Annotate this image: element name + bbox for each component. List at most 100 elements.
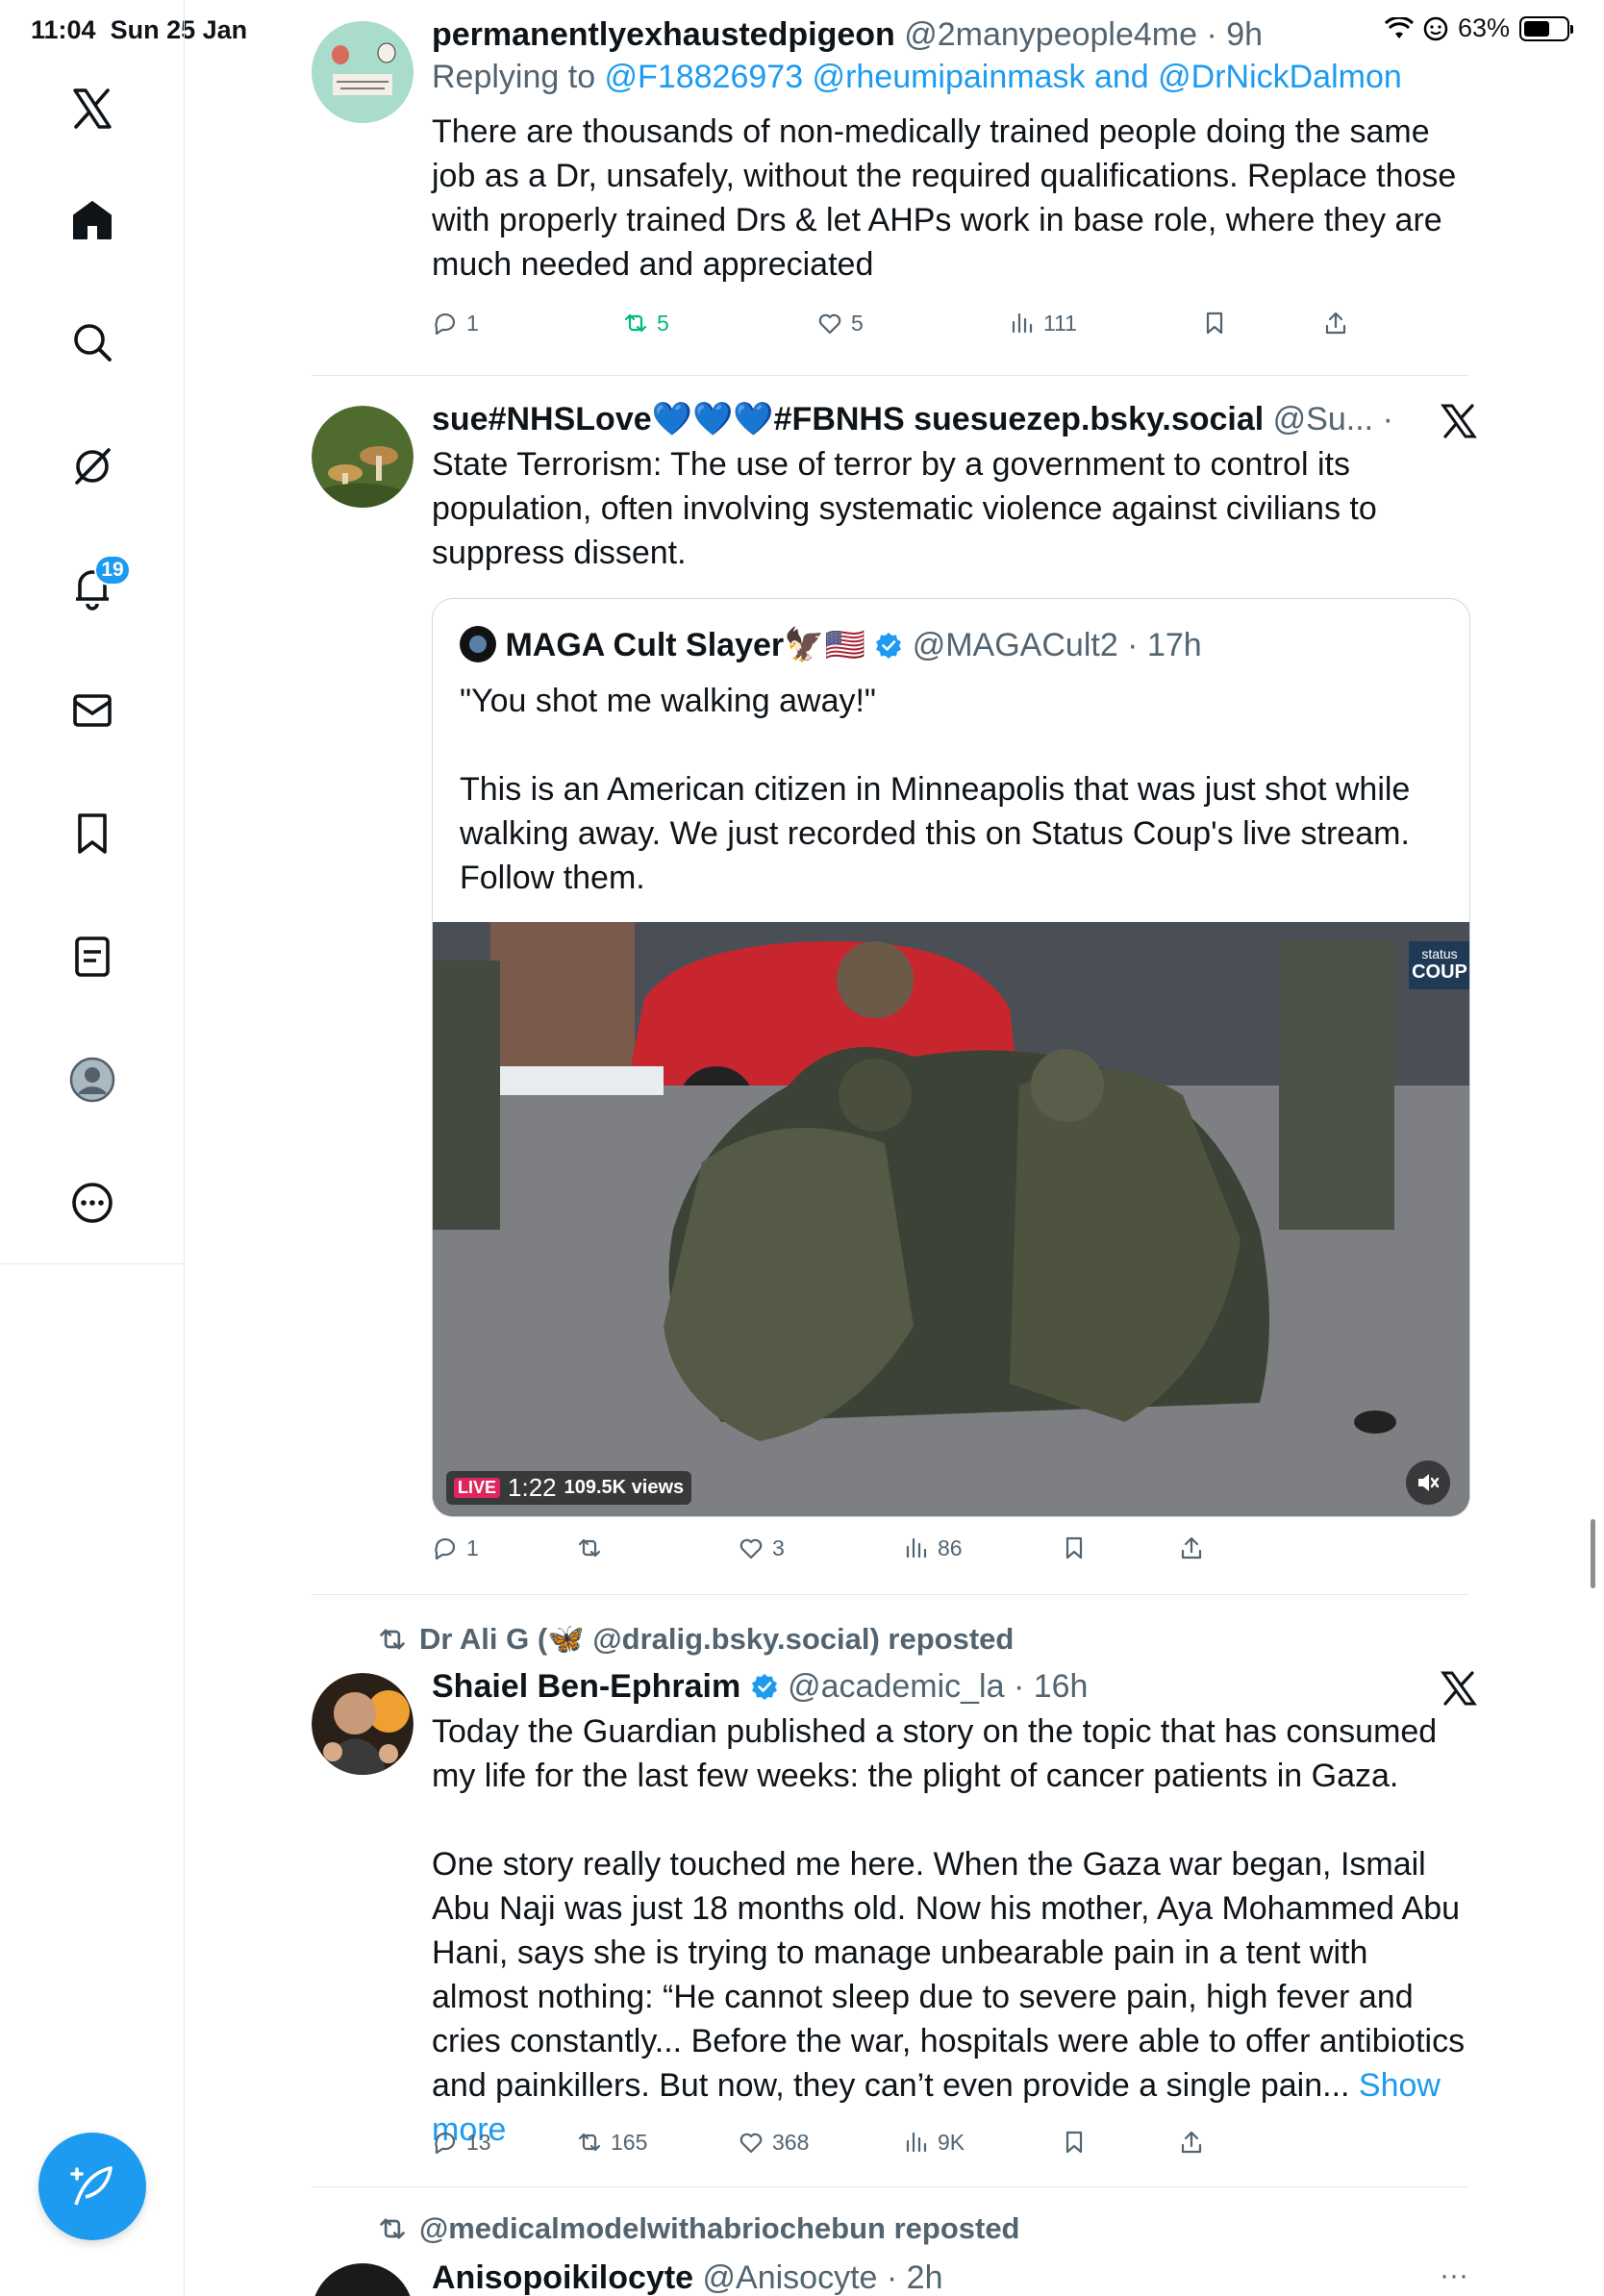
tweet-header: sue#NHSLove💙💙💙#FBNHS suesuezep.bsky.soci… bbox=[432, 398, 1403, 440]
repost-context[interactable]: @medicalmodelwithabriochebun reposted bbox=[377, 2211, 1020, 2246]
bookmark-icon bbox=[78, 813, 107, 854]
handle[interactable]: @academic_la bbox=[788, 1668, 1004, 1705]
tweet-actions: 1 3 86 bbox=[432, 1535, 1470, 1573]
timestamp[interactable]: 1h bbox=[1402, 401, 1403, 437]
tweet[interactable]: Shaiel Ben-Ephraim @academic_la · 16h To… bbox=[432, 1665, 1470, 2152]
avatar[interactable] bbox=[312, 1673, 414, 1775]
avatar[interactable] bbox=[312, 21, 414, 123]
tweet-text-paragraph: One story really touched me here. When t… bbox=[432, 1846, 1466, 2104]
share-button[interactable] bbox=[1178, 2129, 1205, 2156]
tweet[interactable]: Anisopoikilocyte @Anisocyte · 2h bbox=[432, 2257, 1470, 2296]
handle[interactable]: @2manypeople4me bbox=[904, 16, 1197, 53]
repost-button[interactable]: 165 bbox=[576, 2129, 647, 2156]
compose-button[interactable] bbox=[38, 2133, 146, 2240]
views-button[interactable]: 9K bbox=[903, 2129, 965, 2156]
display-name[interactable]: sue#NHSLove💙💙💙#FBNHS suesuezep.bsky.soci… bbox=[432, 401, 1264, 437]
separator: · bbox=[1373, 401, 1403, 437]
quote-text: "You shot me walking away!" This is an A… bbox=[460, 679, 1450, 900]
reply-icon bbox=[435, 2132, 456, 2155]
views-icon bbox=[906, 1537, 927, 1559]
bookmark-button[interactable] bbox=[1061, 2129, 1088, 2156]
mail-icon bbox=[73, 694, 112, 727]
share-icon bbox=[1181, 2131, 1202, 2154]
nav-grok[interactable] bbox=[54, 427, 131, 504]
repost-icon bbox=[578, 2133, 601, 2152]
nav-explore[interactable] bbox=[54, 304, 131, 381]
video-frame: status COUP bbox=[433, 922, 1469, 1516]
bookmark-button[interactable] bbox=[1201, 310, 1228, 337]
nav-lists[interactable] bbox=[54, 918, 131, 995]
mute-button[interactable] bbox=[1406, 1460, 1450, 1505]
handle[interactable]: @Su... bbox=[1273, 401, 1373, 437]
quote-timestamp[interactable]: 17h bbox=[1147, 627, 1202, 663]
share-icon bbox=[1181, 1536, 1202, 1560]
quote-text-line: This is an American citizen in Minneapol… bbox=[460, 771, 1411, 896]
repost-context[interactable]: Dr Ali G (🦋 @dralig.bsky.social) reposte… bbox=[377, 1621, 1014, 1657]
reply-button[interactable]: 1 bbox=[432, 1535, 479, 1561]
display-name[interactable]: Shaiel Ben-Ephraim bbox=[432, 1668, 740, 1705]
display-name[interactable]: Anisopoikilocyte bbox=[432, 2259, 693, 2296]
video-player[interactable]: status COUP LIVE 1:22 109.5K views bbox=[433, 922, 1469, 1516]
nav-bookmarks[interactable] bbox=[54, 795, 131, 872]
nav-profile[interactable] bbox=[54, 1041, 131, 1118]
nav-more[interactable] bbox=[54, 1164, 131, 1241]
quote-handle[interactable]: @MAGACult2 bbox=[913, 627, 1118, 663]
views-button[interactable]: 111 bbox=[1009, 310, 1077, 337]
reply-button[interactable]: 1 bbox=[432, 310, 479, 337]
timestamp[interactable]: 2h bbox=[907, 2259, 943, 2296]
tweet[interactable]: permanentlyexhaustedpigeon @2manypeople4… bbox=[432, 13, 1470, 287]
like-button[interactable]: 368 bbox=[738, 2129, 809, 2156]
watermark: status bbox=[1421, 946, 1457, 961]
verified-badge-icon bbox=[876, 633, 902, 659]
search-icon bbox=[74, 324, 112, 362]
reply-count: 13 bbox=[466, 2129, 491, 2155]
nav-messages[interactable] bbox=[54, 672, 131, 749]
repost-icon bbox=[624, 313, 647, 333]
share-button[interactable] bbox=[1322, 310, 1349, 337]
reply-button[interactable]: 13 bbox=[432, 2129, 491, 2156]
nav-notifications[interactable]: 19 bbox=[54, 549, 131, 626]
nav-home[interactable] bbox=[54, 182, 131, 259]
quoted-tweet[interactable]: MAGA Cult Slayer🦅🇺🇸 @MAGACult2 · 17h "Yo… bbox=[432, 598, 1470, 1517]
sidebar: 19 bbox=[0, 0, 185, 1264]
reply-count: 1 bbox=[466, 310, 479, 336]
avatar[interactable] bbox=[312, 406, 414, 508]
display-name[interactable]: permanentlyexhaustedpigeon bbox=[432, 16, 895, 53]
share-button[interactable] bbox=[1178, 1535, 1205, 1561]
repost-icon bbox=[578, 1538, 601, 1558]
verified-badge-icon bbox=[751, 1674, 777, 1700]
divider bbox=[312, 2186, 1469, 2187]
repost-button[interactable]: 5 bbox=[622, 310, 669, 337]
quote-display-name[interactable]: MAGA Cult Slayer🦅🇺🇸 bbox=[505, 627, 865, 663]
tweet-header: Anisopoikilocyte @Anisocyte · 2h bbox=[432, 2257, 1470, 2296]
scrollbar[interactable] bbox=[1591, 1519, 1595, 1588]
tweet[interactable]: sue#NHSLove💙💙💙#FBNHS suesuezep.bsky.soci… bbox=[432, 398, 1470, 575]
more-options-button[interactable]: ··· bbox=[1440, 2259, 1468, 2292]
x-logo-icon[interactable] bbox=[54, 70, 131, 147]
lists-icon bbox=[75, 936, 110, 977]
divider bbox=[312, 1594, 1469, 1595]
handle[interactable]: @Anisocyte bbox=[703, 2259, 878, 2296]
speaker-muted-icon bbox=[1418, 1474, 1440, 1491]
reply-mentions[interactable]: @F18826973 @rheumipainmask and @DrNickDa… bbox=[605, 59, 1402, 95]
like-button[interactable]: 5 bbox=[816, 310, 864, 337]
like-button[interactable]: 3 bbox=[738, 1535, 785, 1561]
x-source-icon bbox=[1441, 1671, 1477, 1706]
timestamp[interactable]: 16h bbox=[1034, 1668, 1089, 1705]
tweet-actions: 13 165 368 9K bbox=[432, 2129, 1470, 2167]
repost-button[interactable] bbox=[576, 1535, 611, 1561]
bookmark-button[interactable] bbox=[1061, 1535, 1088, 1561]
avatar[interactable] bbox=[312, 2263, 414, 2296]
timestamp[interactable]: 9h bbox=[1226, 16, 1263, 53]
heart-icon bbox=[739, 1538, 763, 1560]
views-icon bbox=[1012, 312, 1033, 334]
x-source-icon bbox=[1441, 404, 1477, 438]
reply-count: 1 bbox=[466, 1535, 479, 1560]
reply-icon bbox=[435, 312, 456, 336]
heart-icon bbox=[739, 2133, 763, 2154]
quote-text-line: "You shot me walking away!" bbox=[460, 683, 877, 719]
repost-count: 5 bbox=[657, 310, 669, 336]
reply-context: Replying to @F18826973 @rheumipainmask a… bbox=[432, 56, 1470, 98]
views-button[interactable]: 86 bbox=[903, 1535, 963, 1561]
